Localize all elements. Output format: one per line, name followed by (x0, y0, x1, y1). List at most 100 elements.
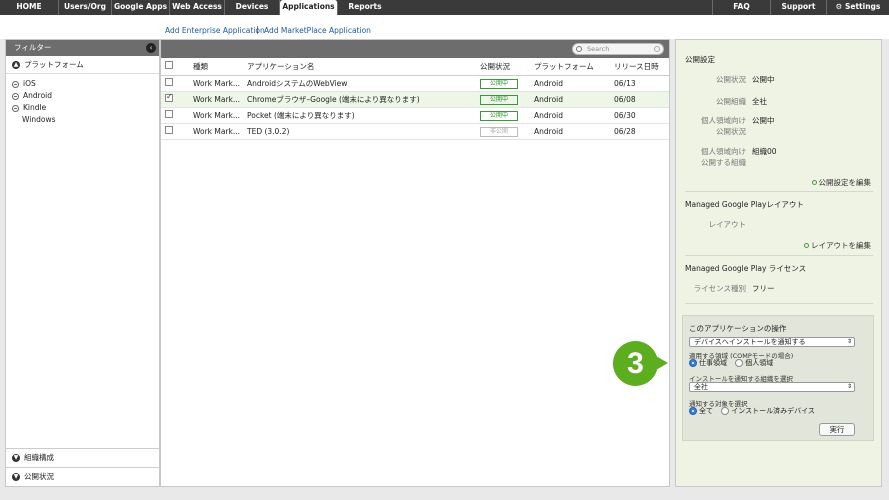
callout-arrow-icon (656, 356, 668, 370)
status-label: 公開状況 (716, 75, 746, 84)
divider (685, 191, 873, 192)
col-release-date[interactable]: リリース日時 (610, 58, 669, 76)
col-platform[interactable]: プラットフォーム (530, 58, 610, 76)
nav-applications[interactable]: Applications (280, 0, 338, 15)
nav-web-access[interactable]: Web Access (170, 0, 225, 15)
table-row[interactable]: Work Mark... TED (3.0.2) 非公開 Android 06/… (161, 123, 669, 140)
license-title: Managed Google Play ライセンス (685, 264, 807, 273)
edit-layout-link[interactable]: レイアウトを編集 (804, 240, 871, 251)
org-value: 全社 (752, 97, 767, 106)
radio-icon (735, 359, 744, 367)
chevron-down-icon: ▼ (12, 454, 20, 462)
status-section-header[interactable]: ▼ 公開状況 (6, 467, 159, 486)
action-select[interactable]: デバイスへインストールを通知する ⇕ (689, 337, 855, 347)
platform-section-header[interactable]: ▲ プラットフォーム (6, 56, 159, 74)
cell-app-name: AndroidシステムのWebView (243, 75, 476, 92)
status-badge: 公開中 (480, 110, 518, 121)
platform-label: Android (23, 91, 52, 100)
cell-platform: Android (530, 107, 610, 124)
platform-kindle[interactable]: Kindle (12, 102, 159, 114)
platform-label: Windows (22, 115, 56, 124)
org-section-header[interactable]: ▼ 組織構成 (6, 448, 159, 467)
divider (685, 255, 873, 256)
search-input[interactable]: Search (572, 43, 664, 55)
table-toolbar: Search (161, 40, 669, 58)
nav-users-org[interactable]: Users/Org (59, 0, 112, 15)
expand-icon (12, 92, 19, 100)
chevron-up-icon: ▲ (12, 61, 20, 69)
nav-google-apps[interactable]: Google Apps (112, 0, 170, 15)
platform-windows[interactable]: Windows (12, 114, 159, 126)
filter-header: フィルター ‹ (6, 40, 159, 56)
expand-icon (12, 104, 19, 112)
status-value: 公開中 (752, 75, 775, 84)
edit-layout-label: レイアウトを編集 (811, 241, 871, 250)
row-checkbox[interactable] (165, 78, 173, 86)
add-marketplace-app-link[interactable]: Add MarketPlace Application (264, 26, 371, 35)
row-checkbox[interactable] (165, 126, 173, 134)
filter-panel: フィルター ‹ ▲ プラットフォーム iOS Android Kindle Win… (5, 39, 160, 487)
operations-title: このアプリケーションの操作 (689, 324, 787, 333)
target-installed-radio[interactable]: インストール済みデバイス (721, 407, 815, 415)
target-all-radio[interactable]: 全て (689, 407, 713, 415)
row-checkbox[interactable] (165, 92, 173, 102)
col-app-name[interactable]: アプリケーション名 (243, 58, 476, 76)
table-row[interactable]: Work Mark... AndroidシステムのWebView 公開中 And… (161, 75, 669, 92)
cell-app-name: Pocket (端末により異なります) (243, 107, 476, 124)
platform-ios[interactable]: iOS (12, 78, 159, 90)
status-badge: 公開中 (480, 78, 518, 89)
gear-icon: ⚙ (835, 2, 843, 11)
divider (685, 303, 873, 304)
expand-icon (12, 80, 19, 88)
nav-home[interactable]: HOME (0, 0, 59, 15)
license-type-label: ライセンス種別 (693, 284, 746, 293)
target-radio-group: 全て インストール済みデバイス (689, 406, 815, 416)
add-enterprise-app-link[interactable]: Add Enterprise Application (165, 26, 265, 35)
nav-support[interactable]: Support (770, 0, 826, 15)
table-row[interactable]: Work Mark... Pocket (端末により異なります) 公開中 And… (161, 107, 669, 124)
nav-settings[interactable]: ⚙ Settings (826, 0, 889, 15)
search-icon (576, 46, 582, 52)
status-badge: 公開中 (480, 94, 518, 105)
target-all-label: 全て (699, 407, 713, 415)
row-checkbox[interactable] (165, 110, 173, 118)
nav-faq[interactable]: FAQ (712, 0, 770, 15)
operations-box: このアプリケーションの操作 デバイスへインストールを通知する ⇕ 適用する領域 … (682, 315, 874, 441)
edit-publish-link[interactable]: 公開設定を編集 (811, 177, 872, 188)
org-select[interactable]: 全社 ⇕ (689, 382, 855, 392)
filter-title: フィルター (14, 43, 52, 52)
cell-date: 06/13 (610, 75, 669, 92)
cell-platform: Android (530, 123, 610, 140)
scope-work-label: 仕事領域 (699, 359, 727, 367)
select-arrows-icon: ⇕ (846, 383, 852, 390)
cell-type: Work Mark... (189, 75, 243, 92)
nav-reports[interactable]: Reports (338, 0, 392, 15)
col-status[interactable]: 公開状況 (476, 58, 530, 76)
radio-selected-icon (689, 407, 697, 415)
clear-icon[interactable] (654, 46, 660, 52)
target-installed-label: インストール済みデバイス (731, 407, 815, 415)
collapse-icon[interactable]: ‹ (146, 43, 156, 53)
platform-android[interactable]: Android (12, 90, 159, 102)
org-label: 公開組織 (716, 97, 746, 106)
org-select-value: 全社 (694, 383, 708, 391)
status-section-label: 公開状況 (24, 472, 54, 481)
execute-button[interactable]: 実行 (819, 423, 855, 436)
scope-work-radio[interactable]: 仕事領域 (689, 359, 727, 367)
publish-settings-title: 公開設定 (685, 55, 715, 64)
search-placeholder: Search (587, 45, 610, 53)
layout-label: レイアウト (708, 220, 747, 229)
select-all-checkbox[interactable] (161, 58, 189, 76)
personal-org-label: 個人領域向け 公開する組織 (701, 147, 746, 167)
edit-publish-label: 公開設定を編集 (818, 178, 872, 187)
org-section-label: 組織構成 (24, 453, 54, 462)
nav-devices[interactable]: Devices (225, 0, 280, 15)
personal-status-label: 個人領域向け 公開状況 (701, 116, 746, 136)
scope-personal-radio[interactable]: 個人領域 (735, 359, 773, 367)
platform-label: Kindle (23, 103, 47, 112)
personal-status-value: 公開中 (752, 116, 775, 125)
table-row[interactable]: Work Mark... Chromeブラウザ–Google (端末により異なり… (161, 91, 669, 108)
cell-app-name: TED (3.0.2) (243, 123, 476, 140)
cell-type: Work Mark... (189, 91, 243, 108)
col-type[interactable]: 種類 (189, 58, 243, 76)
